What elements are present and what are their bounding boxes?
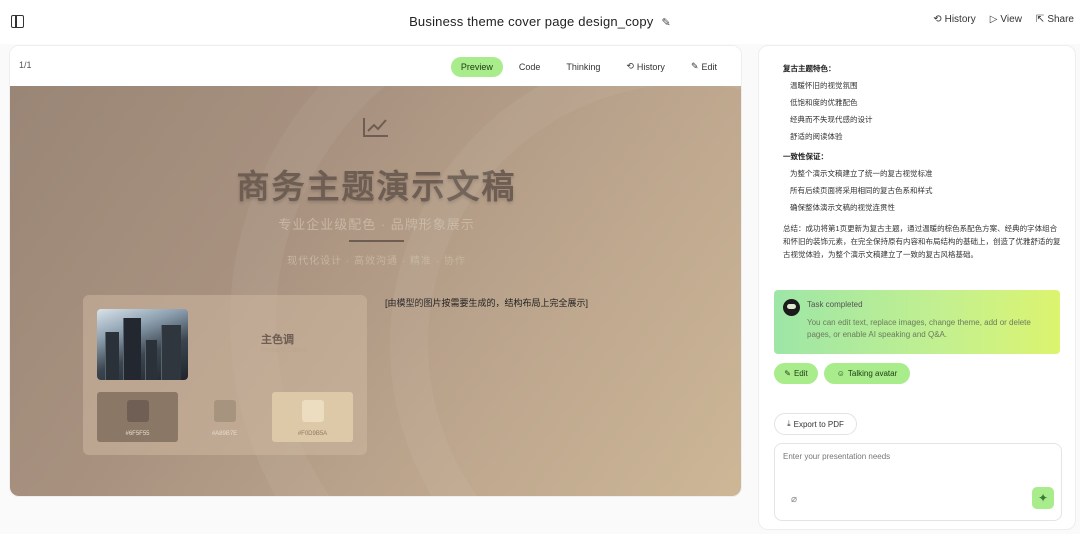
edit-icon: ✎ <box>784 369 791 378</box>
talking-avatar-button[interactable]: ☺ Talking avatar <box>824 363 910 384</box>
preview-tabs: Preview Code Thinking ⟲ History ✎ Edit <box>450 56 727 77</box>
preview-panel: 1/1 Preview Code Thinking ⟲ History ✎ Edit… <box>9 45 742 497</box>
export-pdf-label: Export to PDF <box>793 419 844 429</box>
task-body: You can edit text, replace images, chang… <box>807 318 1031 339</box>
trend-chart-icon <box>363 118 388 137</box>
tab-thinking[interactable]: Thinking <box>556 57 610 77</box>
history-button-label: History <box>944 14 976 25</box>
share-button-label: Share <box>1047 14 1074 25</box>
edit-button-label: Edit <box>793 369 808 378</box>
tab-preview[interactable]: Preview <box>450 56 503 77</box>
slide-title: 商务主题演示文稿 <box>236 168 517 205</box>
list-item: 所有后续页面将采用相同的复古色系和样式 <box>790 186 933 195</box>
view-button-label: View <box>1000 14 1022 25</box>
tab-thinking-label: Thinking <box>566 61 601 72</box>
tab-edit[interactable]: ✎ Edit <box>681 56 727 77</box>
history-button[interactable]: ⟲ History <box>933 14 976 25</box>
swatch-2: #A89B7E <box>184 392 265 442</box>
tab-history[interactable]: ⟲ History <box>616 56 675 77</box>
summary-text: 总结：成功将第1页更新为复古主题，通过温暖的棕色系配色方案、经典的字体组合和怀旧… <box>783 224 1061 259</box>
top-actions: ⟲ History ▷ View ⇱ Share <box>933 14 1074 25</box>
swatch-3: #F0D9B5A <box>272 392 353 442</box>
avatar-icon: ☺ <box>836 369 845 378</box>
tab-edit-label: Edit <box>701 61 717 72</box>
export-pdf-button[interactable]: ⤓ Export to PDF <box>774 413 857 435</box>
list-item: 温暖怀旧的视觉氛围 <box>790 81 858 90</box>
assistant-avatar <box>783 299 800 316</box>
section1-title: 复古主题特色： <box>783 64 836 73</box>
list-item: 舒适的阅读体验 <box>790 132 843 141</box>
slide-tagline: 现代化设计 · 高效沟通 · 精准 · 协作 <box>287 256 466 267</box>
swatch-1-code: #6F5F55 <box>125 431 150 437</box>
talking-avatar-label: Talking avatar <box>847 369 898 378</box>
swatch-3-code: #F0D9B5A <box>297 431 328 437</box>
tab-preview-label: Preview <box>460 61 493 72</box>
sparkle-icon: ✦ <box>1037 491 1049 505</box>
prompt-input-box: ⌀ ✦ <box>774 443 1062 521</box>
send-button[interactable]: ✦ <box>1032 487 1054 509</box>
palette-heading: 主色调 <box>261 334 294 346</box>
swatch-2-chip <box>213 400 236 422</box>
palette-subheading: Primary Colors <box>261 347 308 354</box>
assistant-message: 复古主题特色： 温暖怀旧的视觉氛围 低饱和度的优雅配色 经典而不失现代感的设计 … <box>783 60 1063 261</box>
history-icon: ⟲ <box>933 13 942 25</box>
tab-code[interactable]: Code <box>509 57 551 77</box>
section2-title: 一致性保证： <box>783 152 828 161</box>
list-item: 低饱和度的优雅配色 <box>790 98 858 107</box>
list-item: 经典而不失现代感的设计 <box>790 115 873 124</box>
city-buildings-photo <box>97 309 188 380</box>
tab-history-label: History <box>636 61 665 72</box>
play-icon: ▷ <box>989 13 998 25</box>
list-item: 确保整体演示文稿的视觉连贯性 <box>790 203 895 212</box>
preview-toolbar: 1/1 Preview Code Thinking ⟲ History ✎ Edit <box>10 46 741 86</box>
image-note: [由模型的图片按需要生成的，结构布局上完全展示] <box>385 298 589 308</box>
tab-code-label: Code <box>518 61 541 72</box>
slide-subtitle: 专业企业级配色 · 品牌形象展示 <box>278 217 475 232</box>
swatch-2-code: #A89B7E <box>211 431 238 437</box>
swatch-1-chip <box>126 400 149 422</box>
list-item: 为整个演示文稿建立了统一的复古视觉标准 <box>790 169 933 178</box>
edit-title-icon[interactable]: ✎ <box>662 16 671 29</box>
palette-card: 主色调 Primary Colors #6F5F55 #A89B7E #F0D9… <box>83 295 367 455</box>
share-icon: ⇱ <box>1035 13 1045 25</box>
edit-icon: ✎ <box>690 61 699 71</box>
chat-panel: 复古主题特色： 温暖怀旧的视觉氛围 低饱和度的优雅配色 经典而不失现代感的设计 … <box>758 45 1076 530</box>
slide-canvas[interactable]: 商务主题演示文稿 专业企业级配色 · 品牌形象展示 现代化设计 · 高效沟通 ·… <box>10 86 741 496</box>
title-divider <box>349 240 404 242</box>
task-title: Task completed <box>807 300 863 309</box>
swatch-1: #6F5F55 <box>97 392 178 442</box>
attachment-icon[interactable]: ⌀ <box>791 494 797 505</box>
task-completed-card: Task completed You can edit text, replac… <box>774 290 1060 354</box>
share-button[interactable]: ⇱ Share <box>1036 14 1074 25</box>
top-bar: Business theme cover page design_copy ✎ ⟲… <box>0 0 1080 44</box>
prompt-input[interactable] <box>783 452 1043 461</box>
swatch-3-chip <box>301 400 324 422</box>
view-button[interactable]: ▷ View <box>990 14 1022 25</box>
page-indicator: 1/1 <box>19 60 32 70</box>
history-icon: ⟲ <box>626 61 634 71</box>
document-title-area: Business theme cover page design_copy ✎ <box>0 14 1080 29</box>
download-icon: ⤓ <box>787 419 791 428</box>
edit-button[interactable]: ✎ Edit <box>774 363 818 384</box>
document-title: Business theme cover page design_copy <box>409 14 654 29</box>
